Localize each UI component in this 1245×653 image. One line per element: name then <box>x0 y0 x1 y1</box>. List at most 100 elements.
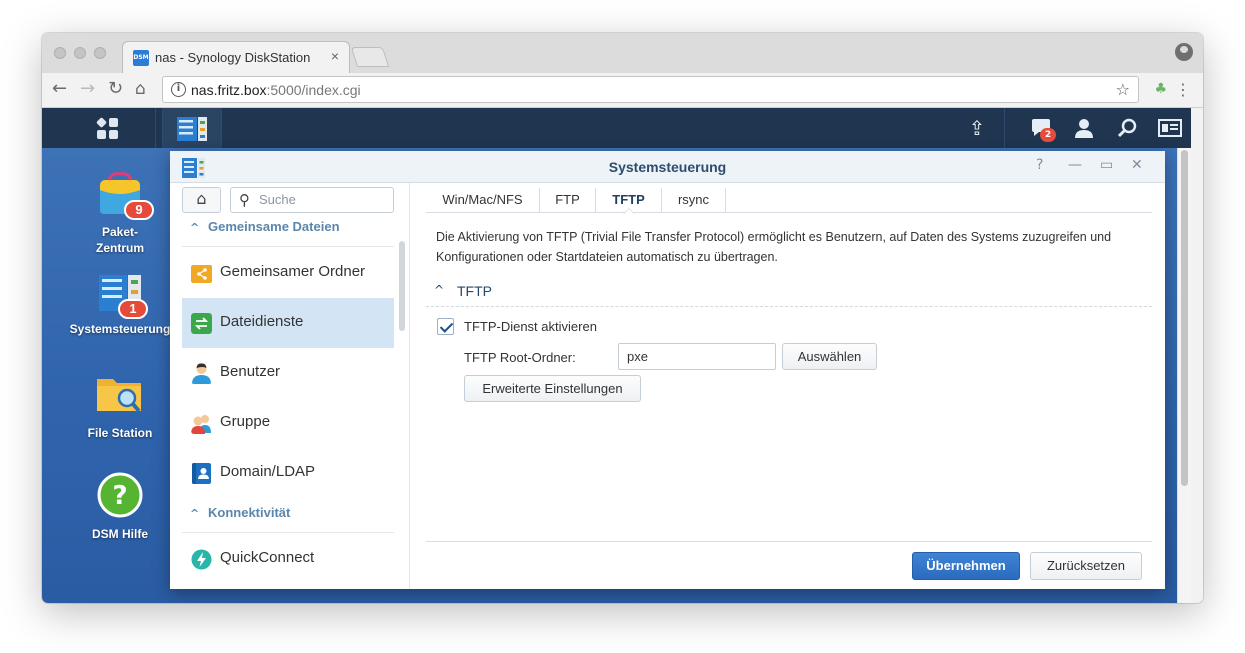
desktop-icon-file-station[interactable]: File Station <box>60 371 180 441</box>
sidebar-item-dateidienste[interactable]: Dateidienste <box>182 298 394 348</box>
taskbar-systemsteuerung-button[interactable] <box>162 108 222 148</box>
dsm-favicon-icon: DSM <box>133 50 149 66</box>
browser-tab[interactable]: DSM nas - Synology DiskStation × <box>122 41 350 73</box>
folder-magnifier-icon <box>97 379 141 413</box>
tftp-enable-checkbox[interactable] <box>437 318 454 335</box>
active-tab-indicator <box>622 208 635 214</box>
sidebar-item-label: Domain/LDAP <box>220 463 316 480</box>
address-bar[interactable]: i nas.fritz.box:5000/index.cgi ☆ <box>162 76 1139 103</box>
tab-tftp[interactable]: TFTP <box>596 188 662 214</box>
shared-folder-icon <box>191 265 212 283</box>
desktop-icon-label: Paket- Zentrum <box>96 225 144 255</box>
apply-button[interactable]: Übernehmen <box>912 552 1020 580</box>
home-button[interactable]: ⌂ <box>182 187 221 213</box>
tftp-section-header[interactable]: ^ TFTP <box>426 279 1152 307</box>
section-title: Konnektivität <box>208 505 291 520</box>
file-services-icon <box>191 313 212 334</box>
home-icon[interactable]: ⌂ <box>135 79 146 99</box>
id-card-icon <box>1158 119 1182 137</box>
tab-ftp[interactable]: FTP <box>540 188 596 213</box>
sidebar-search[interactable]: ⚲ <box>230 187 394 213</box>
svg-text:?: ? <box>112 481 127 511</box>
tab-label: TFTP <box>612 192 645 207</box>
main-content: Win/Mac/NFS FTP TFTP rsync Die Aktivieru… <box>426 183 1152 589</box>
sidebar-item-gemeinsamer-ordner[interactable]: Gemeinsamer Ordner <box>182 248 394 298</box>
url-text: nas.fritz.box:5000/index.cgi <box>191 82 361 98</box>
minimize-icon[interactable]: — <box>1068 157 1082 173</box>
person-silhouette-icon <box>1075 119 1093 138</box>
section-title: Gemeinsame Dateien <box>208 219 340 234</box>
main-menu-button[interactable] <box>64 108 156 148</box>
directory-icon <box>192 463 211 484</box>
scrollbar-thumb[interactable] <box>1181 150 1188 486</box>
sidebar-scrollbar[interactable] <box>399 241 405 331</box>
root-folder-label: TFTP Root-Ordner: <box>464 350 576 365</box>
upload-icon[interactable]: ⇪ <box>966 117 988 139</box>
chevron-up-icon: ^ <box>190 221 200 234</box>
browser-tab-title: nas - Synology DiskStation <box>155 50 311 65</box>
section-konnektivitaet[interactable]: ^ Konnektivität <box>182 505 394 533</box>
bookmark-star-icon[interactable]: ☆ <box>1116 80 1130 99</box>
browser-toolbar: ← → ↻ ⌂ i nas.fritz.box:5000/index.cgi ☆… <box>42 73 1203 108</box>
desktop-icon-paket-zentrum[interactable]: 9 Paket- Zentrum <box>60 172 180 256</box>
systemsteuerung-window: Systemsteuerung ? — ▭ ✕ ⌂ ⚲ ^ Gemeinsame … <box>170 151 1165 589</box>
extension-icon[interactable]: ♣ <box>1154 81 1167 97</box>
desktop-icon-label: DSM Hilfe <box>91 527 148 541</box>
desktop-icon-systemsteuerung[interactable]: 1 Systemsteuerung <box>60 273 180 337</box>
sidebar-item-quickconnect[interactable]: QuickConnect <box>182 534 394 584</box>
info-icon[interactable]: i <box>171 82 186 97</box>
help-question-icon: ? <box>97 472 143 518</box>
desktop-badge: 9 <box>124 200 154 220</box>
window-titlebar[interactable]: Systemsteuerung ? — ▭ ✕ <box>170 151 1165 183</box>
desktop-icon-label: File Station <box>87 426 153 440</box>
profile-icon[interactable] <box>1175 43 1193 61</box>
browser-window: DSM nas - Synology DiskStation × ← → ↻ ⌂… <box>42 33 1203 603</box>
advanced-settings-button[interactable]: Erweiterte Einstellungen <box>464 375 641 402</box>
sidebar-item-gruppe[interactable]: Gruppe <box>182 398 394 448</box>
tab-close-icon[interactable]: × <box>331 48 339 64</box>
new-tab-button[interactable] <box>350 47 390 67</box>
tab-label: rsync <box>677 192 710 207</box>
tab-label: Win/Mac/NFS <box>442 192 523 207</box>
tab-rsync[interactable]: rsync <box>662 188 726 213</box>
tftp-description: Die Aktivierung von TFTP (Trivial File T… <box>436 230 1112 264</box>
quickconnect-icon <box>191 549 212 570</box>
tab-win-mac-nfs[interactable]: Win/Mac/NFS <box>426 188 540 213</box>
tftp-enable-label[interactable]: TFTP-Dienst aktivieren <box>464 319 597 334</box>
sidebar-item-label: Gruppe <box>220 413 271 430</box>
home-icon: ⌂ <box>196 189 207 208</box>
magnifier-icon <box>1117 118 1137 138</box>
section-gemeinsame-dateien[interactable]: ^ Gemeinsame Dateien <box>182 219 394 247</box>
help-icon[interactable]: ? <box>1036 157 1043 173</box>
window-minimize-light[interactable] <box>74 47 86 59</box>
user-icon[interactable] <box>1073 117 1095 139</box>
search-input[interactable] <box>259 192 389 207</box>
reload-icon[interactable]: ↻ <box>108 79 123 99</box>
window-title: Systemsteuerung <box>608 159 727 175</box>
sidebar-item-domain-ldap[interactable]: Domain/LDAP <box>182 448 394 498</box>
browser-tabbar: DSM nas - Synology DiskStation × <box>42 33 1203 73</box>
main-menu-icon <box>96 117 119 140</box>
chevron-up-icon: ^ <box>190 507 200 520</box>
menu-dots-icon[interactable]: ⋮ <box>1175 80 1191 99</box>
window-zoom-light[interactable] <box>94 47 106 59</box>
sidebar-item-benutzer[interactable]: Benutzer <box>182 348 394 398</box>
forward-arrow-icon[interactable]: → <box>80 79 95 99</box>
footer-divider <box>426 541 1152 542</box>
sidebar-item-label: Benutzer <box>220 363 281 380</box>
notifications-icon[interactable]: 2 <box>1030 117 1056 142</box>
desktop-icon-dsm-hilfe[interactable]: ? DSM Hilfe <box>60 472 180 542</box>
widgets-icon[interactable] <box>1158 117 1182 139</box>
root-folder-input[interactable] <box>618 343 776 370</box>
page-scrollbar[interactable] <box>1177 148 1191 603</box>
sidebar-item-label: QuickConnect <box>220 549 315 566</box>
back-arrow-icon[interactable]: ← <box>52 79 67 99</box>
window-close-light[interactable] <box>54 47 66 59</box>
close-icon[interactable]: ✕ <box>1131 157 1143 173</box>
select-folder-button[interactable]: Auswählen <box>782 343 877 370</box>
reset-button[interactable]: Zurücksetzen <box>1030 552 1142 580</box>
maximize-icon[interactable]: ▭ <box>1100 157 1113 173</box>
dsm-taskbar: ⇪ 2 <box>42 108 1191 148</box>
search-icon[interactable] <box>1116 117 1138 139</box>
search-icon: ⚲ <box>239 191 250 209</box>
